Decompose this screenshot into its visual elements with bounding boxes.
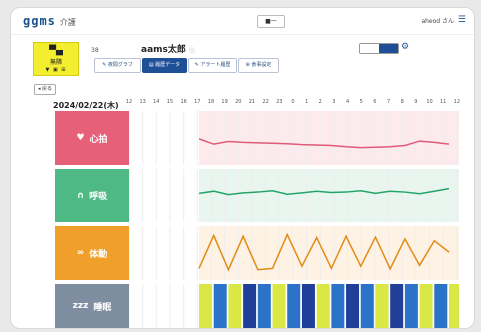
sleep-segment (404, 284, 418, 328)
hour-label: 21 (248, 99, 256, 105)
sleep-segment (360, 284, 374, 328)
sleep-chart (129, 284, 459, 328)
row-breathing: ∩ 呼吸 (55, 169, 459, 222)
lungs-icon: ∩ (76, 190, 85, 201)
edit-icon[interactable]: ◎ (189, 46, 195, 54)
hour-label: 22 (262, 99, 269, 105)
tab-meal-settings[interactable]: ⊕ 食事設定 (238, 58, 279, 73)
sleep-segment (331, 284, 345, 328)
sleep-segment (390, 284, 404, 328)
row-heart-rate: ♥ 心拍 (55, 111, 459, 165)
hour-label: 5 (359, 99, 363, 105)
gear-icon[interactable]: ⚙ (401, 42, 409, 52)
hour-label: 16 (180, 99, 187, 105)
heart-rate-chart (129, 111, 459, 165)
heart-icon: ♥ (76, 133, 85, 143)
hour-label: 8 (400, 99, 404, 105)
menu-icon[interactable]: ☰ (458, 15, 466, 25)
movement-chart (129, 226, 459, 280)
hour-label: 3 (332, 99, 336, 105)
sleep-segment (213, 284, 227, 328)
hour-label: 12 (453, 99, 461, 105)
top-bar: ggms 介護 ■一 aheod さん ☰ (11, 8, 474, 35)
hour-label: 9 (414, 99, 418, 105)
hour-label: 20 (235, 99, 242, 105)
app-logo[interactable]: ggms 介護 (23, 14, 76, 28)
tab-history-data[interactable]: ▤ 履歴データ (142, 58, 187, 73)
label-breathing: ∩ 呼吸 (55, 169, 129, 222)
resident-status-card: ▀▄ 無隣 ▼ ▣ ⊞ (33, 42, 79, 76)
hour-label: 14 (153, 99, 160, 105)
sleep-segment (449, 284, 459, 328)
sleep-segment (346, 284, 360, 328)
status-text: 無隣 (49, 59, 62, 66)
tab-alert-history[interactable]: ✎ アラート履歴 (188, 58, 237, 73)
hour-label: 13 (139, 99, 146, 105)
hour-label: 11 (439, 99, 447, 105)
room-number: 38 (91, 47, 99, 54)
sleep-segment (434, 284, 448, 328)
car-icon: ▀▄ (49, 46, 63, 56)
sleep-segment (301, 284, 315, 328)
user-name[interactable]: aheod さん (421, 16, 454, 25)
breathing-chart (129, 169, 459, 222)
sleep-segment (257, 284, 271, 328)
sleep-segment (316, 284, 330, 328)
hour-label: 12 (125, 99, 133, 105)
view-toggle[interactable] (359, 43, 399, 54)
sleep-segment (199, 284, 212, 328)
movement-icon: ∞ (76, 248, 85, 258)
sleep-segment (375, 284, 389, 328)
back-button[interactable]: ◂ 戻る (34, 84, 56, 95)
page-date: 2024/02/22(木) (53, 101, 119, 110)
sleep-segment (228, 284, 242, 328)
resident-name: aams太郎 ◎ (141, 45, 195, 55)
hour-label: 15 (166, 99, 174, 105)
app-window: ggms 介護 ■一 aheod さん ☰ ▀▄ 無隣 ▼ ▣ ⊞ 38 aams… (10, 7, 475, 329)
status-indicators: ▼ ▣ ⊞ (45, 67, 67, 73)
hour-label: 23 (276, 99, 283, 105)
hour-label: 4 (345, 99, 350, 105)
tab-night-graph[interactable]: ✎ 夜間グラフ (94, 58, 141, 73)
row-sleep: zzz 睡眠 (55, 284, 459, 328)
sleep-icon: zzz (72, 301, 89, 311)
hour-label: 7 (386, 99, 391, 105)
hour-label: 10 (426, 99, 433, 105)
label-sleep: zzz 睡眠 (55, 284, 129, 328)
label-movement: ∞ 体動 (55, 226, 129, 280)
label-heart-rate: ♥ 心拍 (55, 111, 129, 165)
hour-label: 18 (207, 99, 215, 105)
hour-axis: 12 13 14 15 16 17 18 19 20 21 22 23 0 1 2 3 4 5 6 7 8 9 10 11 12 (125, 99, 461, 109)
sleep-segment (419, 284, 433, 328)
view-selector[interactable]: ■一 (257, 15, 285, 28)
hour-label: 2 (318, 99, 322, 105)
hour-label: 19 (221, 99, 228, 105)
sleep-segment (272, 284, 286, 328)
hour-label: 0 (291, 99, 295, 105)
sleep-segment (287, 284, 301, 328)
hour-label: 1 (304, 99, 309, 105)
sleep-segment (243, 284, 257, 328)
hour-label: 17 (194, 99, 201, 105)
row-movement: ∞ 体動 (55, 226, 459, 280)
hour-label: 6 (373, 99, 377, 105)
